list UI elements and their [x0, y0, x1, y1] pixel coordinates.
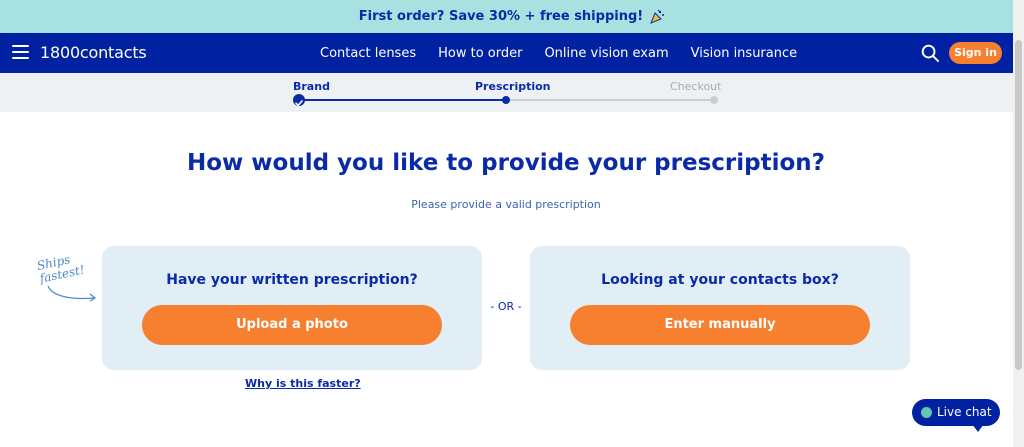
why-faster-link[interactable]: Why is this faster?: [245, 377, 361, 390]
step-line-remaining: [506, 99, 714, 101]
upload-photo-button[interactable]: Upload a photo: [142, 305, 442, 345]
party-popper-icon: [650, 9, 665, 24]
nav-link-contact-lenses[interactable]: Contact lenses: [320, 46, 416, 61]
chat-bubble-tail: [972, 424, 984, 432]
progress-stepper: Brand Prescription Checkout: [0, 73, 1024, 112]
top-nav: 1800contacts Contact lenses How to order…: [0, 33, 1024, 73]
curved-arrow-icon: [47, 285, 97, 302]
online-status-icon: [921, 407, 932, 418]
step-label-prescription: Prescription: [475, 80, 551, 93]
enter-manually-card: Looking at your contacts box? Enter manu…: [530, 246, 910, 370]
card-title-written-prescription: Have your written prescription?: [166, 272, 418, 288]
step-line-completed: [299, 99, 506, 101]
nav-links: Contact lenses How to order Online visio…: [320, 33, 819, 73]
search-icon[interactable]: [921, 44, 940, 63]
page: First order? Save 30% + free shipping! 1…: [0, 0, 1024, 447]
nav-link-vision-insurance[interactable]: Vision insurance: [691, 46, 798, 61]
enter-manually-button[interactable]: Enter manually: [570, 305, 870, 345]
promo-banner[interactable]: First order? Save 30% + free shipping!: [0, 0, 1024, 33]
upload-prescription-card: Have your written prescription? Upload a…: [102, 246, 482, 370]
or-divider: - OR -: [490, 300, 522, 313]
scrollbar[interactable]: [1013, 0, 1024, 447]
nav-link-how-to-order[interactable]: How to order: [438, 46, 522, 61]
page-subtitle: Please provide a valid prescription: [411, 198, 601, 211]
nav-link-online-vision-exam[interactable]: Online vision exam: [544, 46, 668, 61]
live-chat-label: Live chat: [937, 405, 992, 419]
promo-text[interactable]: First order? Save 30% + free shipping!: [359, 9, 643, 24]
scrollbar-thumb[interactable]: [1015, 40, 1022, 370]
step-upcoming-dot: [710, 96, 718, 104]
logo[interactable]: 1800contacts: [40, 43, 147, 62]
card-title-contacts-box: Looking at your contacts box?: [601, 272, 839, 288]
live-chat-button[interactable]: Live chat: [912, 399, 1000, 432]
step-label-brand: Brand: [293, 80, 330, 93]
step-label-checkout: Checkout: [670, 80, 722, 93]
step-done-check-icon: [293, 94, 305, 107]
ships-fastest-annotation: Ships fastest!: [30, 250, 100, 310]
sign-in-button[interactable]: Sign in: [949, 42, 1002, 64]
hamburger-menu-icon[interactable]: [12, 45, 29, 60]
step-current-dot: [502, 96, 510, 104]
page-title: How would you like to provide your presc…: [186, 150, 825, 176]
